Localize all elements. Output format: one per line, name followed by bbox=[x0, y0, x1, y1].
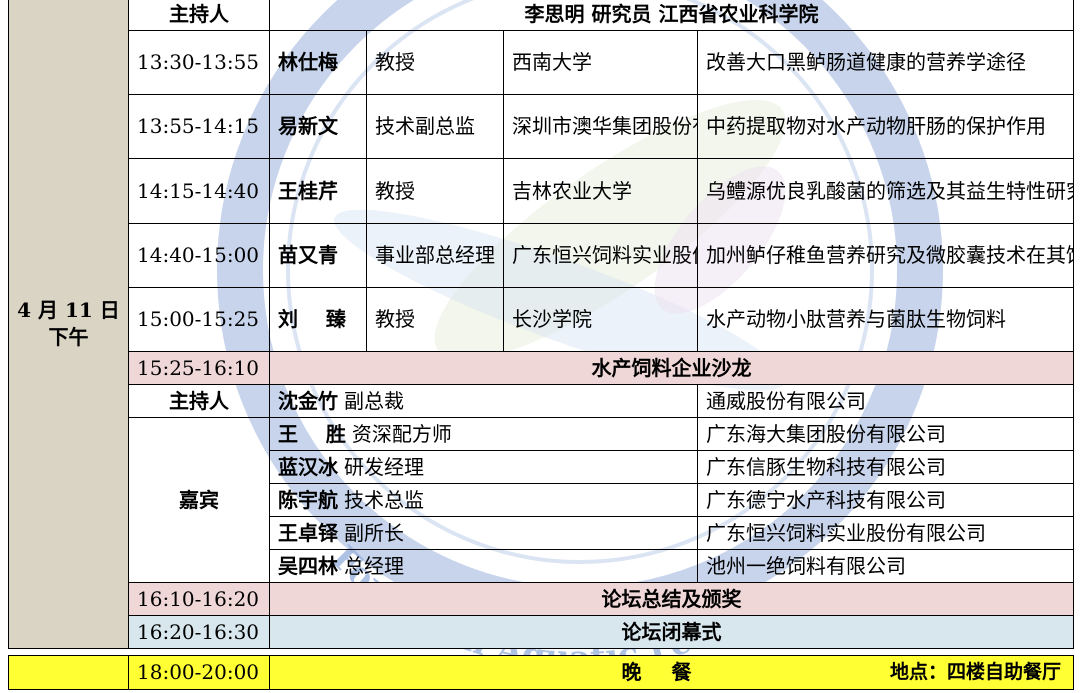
session-host-row: 4 月 11 日 下午 主持人 李思明 研究员 江西省农业科学院 bbox=[8, 0, 1074, 649]
guest-row: 嘉宾 王 胜资深配方师 广东海大集团股份有限公司 bbox=[9, 417, 1074, 583]
salon-host-role: 副总裁 bbox=[344, 388, 404, 413]
guest-name: 蓝汉冰 bbox=[278, 454, 338, 479]
guest-role: 技术总监 bbox=[344, 487, 424, 512]
date-text: 4 月 11 日 bbox=[17, 297, 120, 322]
guest-name: 陈宇航 bbox=[278, 487, 338, 512]
talk-title: 技术副总监 bbox=[366, 94, 504, 159]
guest-org: 广东恒兴饲料实业股份有限公司 bbox=[697, 516, 1074, 550]
talk-speaker: 王桂芹 bbox=[269, 158, 367, 224]
dinner-location: 地点：四楼自助餐厅 bbox=[889, 661, 1061, 683]
talk-title: 教授 bbox=[366, 30, 504, 95]
salon-host-row: 主持人 沈金竹 副总裁 通威股份有限公司 bbox=[9, 384, 1074, 418]
talk-title: 事业部总经理 bbox=[366, 223, 504, 288]
talk-row: 13:55-14:15 易新文 技术副总监 深圳市澳华集团股份有限公司 中药提取… bbox=[9, 94, 1074, 159]
guest-cell: 王卓铎 副所长 bbox=[269, 516, 698, 550]
guest-cell: 吴四林 总经理 bbox=[269, 549, 698, 583]
talk-org: 吉林农业大学 bbox=[503, 158, 698, 224]
talk-speaker: 苗又青 bbox=[269, 223, 367, 288]
talk-org: 长沙学院 bbox=[503, 287, 698, 352]
talk-time: 14:15-14:40 bbox=[128, 158, 270, 224]
salon-host-org: 通威股份有限公司 bbox=[697, 384, 1074, 418]
guest-role: 副所长 bbox=[344, 520, 404, 545]
closing-title: 论坛闭幕式 bbox=[269, 615, 1074, 649]
salon-row: 15:25-16:10 水产饲料企业沙龙 bbox=[9, 351, 1074, 385]
talk-org: 广东恒兴饲料实业股份有限公司 bbox=[503, 223, 698, 288]
guest-cell: 王 胜资深配方师 bbox=[269, 417, 698, 451]
talk-topic: 中药提取物对水产动物肝肠的保护作用 bbox=[697, 94, 1074, 159]
talk-time: 13:55-14:15 bbox=[128, 94, 270, 159]
summary-time: 16:10-16:20 bbox=[128, 582, 270, 616]
summary-title: 论坛总结及颁奖 bbox=[269, 582, 1074, 616]
talk-topic: 乌鳢源优良乳酸菌的筛选及其益生特性研究 bbox=[697, 158, 1074, 224]
talk-time: 15:00-15:25 bbox=[128, 287, 270, 352]
guest-cell: 蓝汉冰 研发经理 bbox=[269, 450, 698, 484]
date-period: 下午 bbox=[48, 324, 89, 349]
guest-name: 吴四林 bbox=[278, 553, 338, 578]
guest-org: 广东海大集团股份有限公司 bbox=[697, 417, 1074, 451]
guest-org: 池州一绝饲料有限公司 bbox=[697, 549, 1074, 583]
talk-topic: 水产动物小肽营养与菌肽生物饲料 bbox=[697, 287, 1074, 352]
summary-row: 16:10-16:20 论坛总结及颁奖 bbox=[9, 582, 1074, 616]
schedule-table: 4 月 11 日 下午 主持人 李思明 研究员 江西省农业科学院 13:30-1… bbox=[8, 0, 1074, 649]
talk-row: 15:00-15:25 刘 臻 教授 长沙学院 水产动物小肽营养与菌肽生物饲料 bbox=[9, 287, 1074, 352]
dinner-cell: 晚餐 地点：四楼自助餐厅 bbox=[269, 655, 1074, 690]
talk-time: 13:30-13:55 bbox=[128, 30, 270, 95]
talk-topic: 加州鲈仔稚鱼营养研究及微胶囊技术在其饲料中的应用 bbox=[697, 223, 1074, 288]
salon-host-label: 主持人 bbox=[128, 384, 270, 418]
talk-speaker: 易新文 bbox=[269, 94, 367, 159]
talk-topic: 改善大口黑鲈肠道健康的营养学途径 bbox=[697, 30, 1074, 95]
talk-row: 14:15-14:40 王桂芹 教授 吉林农业大学 乌鳢源优良乳酸菌的筛选及其益… bbox=[9, 158, 1074, 224]
date-cell: 4 月 11 日 下午 bbox=[8, 0, 129, 649]
guest-role: 资深配方师 bbox=[351, 421, 452, 446]
salon-host-name: 沈金竹 bbox=[278, 388, 338, 413]
guests-label: 嘉宾 bbox=[128, 417, 270, 583]
guest-org: 广东德宁水产科技有限公司 bbox=[697, 483, 1074, 517]
guest-name: 王卓铎 bbox=[278, 520, 338, 545]
salon-title: 水产饲料企业沙龙 bbox=[269, 351, 1074, 385]
dinner-table: 18:00-20:00 晚餐 地点：四楼自助餐厅 bbox=[8, 655, 1074, 690]
salon-host-cell: 沈金竹 副总裁 bbox=[269, 384, 698, 418]
talk-title: 教授 bbox=[366, 287, 504, 352]
talk-row: 13:30-13:55 林仕梅 教授 西南大学 改善大口黑鲈肠道健康的营养学途径 bbox=[9, 30, 1074, 95]
talk-speaker: 林仕梅 bbox=[269, 30, 367, 95]
talk-row: 14:40-15:00 苗又青 事业部总经理 广东恒兴饲料实业股份有限公司 加州… bbox=[9, 223, 1074, 288]
dinner-time: 18:00-20:00 bbox=[128, 655, 270, 690]
session-host-label: 主持人 bbox=[128, 0, 270, 31]
session-host-text: 李思明 研究员 江西省农业科学院 bbox=[269, 0, 1074, 31]
guest-role: 总经理 bbox=[344, 553, 404, 578]
closing-row: 16:20-16:30 论坛闭幕式 bbox=[9, 615, 1074, 649]
closing-time: 16:20-16:30 bbox=[128, 615, 270, 649]
guest-role: 研发经理 bbox=[344, 454, 424, 479]
talk-time: 14:40-15:00 bbox=[128, 223, 270, 288]
salon-time: 15:25-16:10 bbox=[128, 351, 270, 385]
dinner-date-cell bbox=[8, 655, 129, 690]
guest-name: 王 胜 bbox=[278, 421, 346, 446]
guest-org: 广东信豚生物科技有限公司 bbox=[697, 450, 1074, 484]
talk-org: 西南大学 bbox=[503, 30, 698, 95]
talk-org: 深圳市澳华集团股份有限公司 bbox=[503, 94, 698, 159]
guest-cell: 陈宇航 技术总监 bbox=[269, 483, 698, 517]
dinner-row: 18:00-20:00 晚餐 地点：四楼自助餐厅 bbox=[8, 655, 1074, 690]
talk-title: 教授 bbox=[366, 158, 504, 224]
talk-speaker: 刘 臻 bbox=[269, 287, 367, 352]
